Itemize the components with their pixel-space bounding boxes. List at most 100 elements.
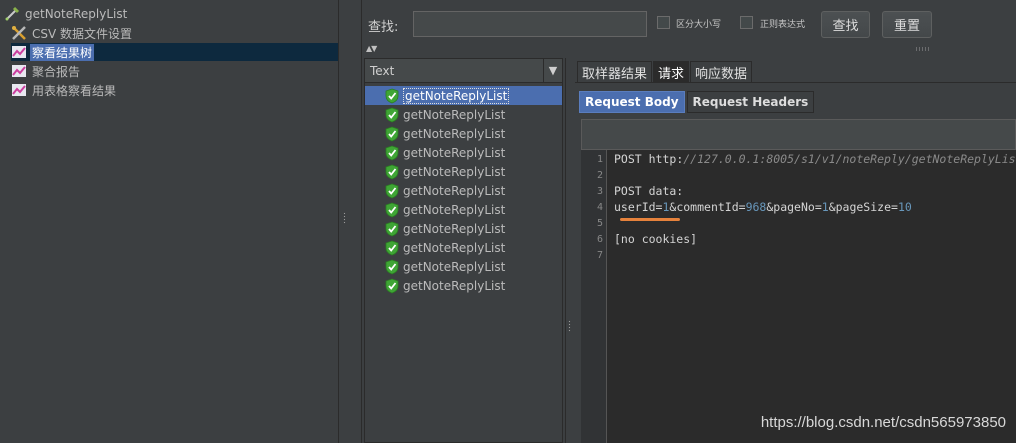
regex-label: 正则表达式 bbox=[760, 20, 806, 30]
sample-name: getNoteReplyList bbox=[403, 278, 506, 293]
success-shield-icon bbox=[385, 202, 399, 217]
sample-result-row[interactable]: getNoteReplyList bbox=[365, 143, 562, 162]
main-splitter[interactable] bbox=[338, 0, 362, 443]
success-shield-icon bbox=[385, 259, 399, 274]
line-number: 7 bbox=[596, 250, 603, 261]
success-shield-icon bbox=[385, 278, 399, 293]
tree-item-view-results-tree[interactable]: 察看结果树 bbox=[11, 43, 338, 61]
param-key: userId= bbox=[614, 200, 663, 214]
tree-item-label: CSV 数据文件设置 bbox=[32, 26, 133, 41]
code-line-1: POST http://127.0.0.1:8005/s1/v1/noteRep… bbox=[614, 152, 1016, 166]
request-body-editor[interactable]: 1 2 3 4 5 6 7 POST http://127.0.0.1:8005… bbox=[581, 150, 1016, 443]
tab-request-headers[interactable]: Request Headers bbox=[686, 91, 815, 113]
test-plan-tree: getNoteReplyList CSV 数据文件设置 察看结果树 聚合报告 用… bbox=[0, 0, 338, 443]
sample-name: getNoteReplyList bbox=[403, 221, 506, 236]
sample-result-row[interactable]: getNoteReplyList bbox=[365, 86, 562, 105]
tree-item-label: 聚合报告 bbox=[32, 64, 81, 79]
code-line-4: userId=1&commentId=968&pageNo=1&pageSize… bbox=[614, 200, 912, 214]
tree-item-aggregate-report[interactable]: 聚合报告 bbox=[11, 62, 82, 80]
sample-name: getNoteReplyList bbox=[403, 164, 506, 179]
code-line-3: POST data: bbox=[614, 184, 684, 198]
sample-name: getNoteReplyList bbox=[403, 126, 506, 141]
splitter-grip[interactable] bbox=[343, 212, 346, 224]
listener-chart-icon bbox=[11, 82, 27, 98]
sampler-pipette-icon bbox=[4, 6, 20, 22]
sample-result-row[interactable]: getNoteReplyList bbox=[365, 219, 562, 238]
renderer-select[interactable]: Text ▼ bbox=[365, 59, 562, 83]
line-number-gutter: 1 2 3 4 5 6 7 bbox=[581, 150, 607, 443]
http-method: POST bbox=[614, 152, 649, 166]
search-input[interactable] bbox=[413, 11, 647, 37]
case-sensitive-label: 区分大小写 bbox=[676, 20, 722, 30]
tab-sampler-result[interactable]: 取样器结果 bbox=[577, 61, 653, 83]
sample-name: getNoteReplyList bbox=[403, 240, 506, 255]
tab-request[interactable]: 请求 bbox=[653, 61, 690, 83]
tab-response-data[interactable]: 响应数据 bbox=[690, 61, 753, 83]
results-list-panel: Text ▼ getNoteReplyList getNoteReplyList g… bbox=[364, 58, 563, 443]
watermark: https://blog.csdn.net/csdn565973850 bbox=[760, 414, 1006, 431]
success-shield-icon bbox=[385, 240, 399, 255]
detail-tabs: 取样器结果 请求 响应数据 bbox=[577, 61, 753, 83]
line-number: 4 bbox=[596, 202, 603, 213]
tree-item-table-results[interactable]: 用表格察看结果 bbox=[11, 81, 118, 99]
sample-name: getNoteReplyList bbox=[403, 87, 510, 104]
sample-result-row[interactable]: getNoteReplyList bbox=[365, 181, 562, 200]
tree-item-label: getNoteReplyList bbox=[25, 7, 128, 21]
sample-result-row[interactable]: getNoteReplyList bbox=[365, 124, 562, 143]
param-value: 968 bbox=[745, 200, 767, 214]
success-shield-icon bbox=[385, 107, 399, 122]
sample-name: getNoteReplyList bbox=[403, 259, 506, 274]
request-url: //127.0.0.1:8005/s1/v1/noteReply/getNote… bbox=[683, 152, 1016, 166]
reset-button[interactable]: 重置 bbox=[882, 11, 932, 38]
case-sensitive-checkbox[interactable] bbox=[657, 16, 670, 29]
line-number: 5 bbox=[596, 218, 603, 229]
results-splitter[interactable] bbox=[565, 58, 575, 443]
find-button[interactable]: 查找 bbox=[821, 11, 870, 38]
sample-result-row[interactable]: getNoteReplyList bbox=[365, 105, 562, 124]
sample-name: getNoteReplyList bbox=[403, 202, 506, 217]
panel-grip[interactable] bbox=[915, 47, 931, 51]
param-key: &pageSize= bbox=[828, 200, 898, 214]
param-key: &commentId= bbox=[669, 200, 746, 214]
sample-result-row[interactable]: getNoteReplyList bbox=[365, 238, 562, 257]
chevron-down-icon[interactable]: ▼ bbox=[543, 59, 562, 82]
param-value: 1 bbox=[821, 200, 829, 214]
renderer-select-value: Text bbox=[370, 64, 395, 78]
sample-result-row[interactable]: getNoteReplyList bbox=[365, 276, 562, 295]
tree-item-csv-config[interactable]: CSV 数据文件设置 bbox=[11, 24, 134, 42]
detail-panel: 取样器结果 请求 响应数据 Request Body Request Heade… bbox=[575, 58, 1016, 443]
tree-item-sampler[interactable]: getNoteReplyList bbox=[4, 5, 129, 23]
code-line-6: [no cookies] bbox=[614, 232, 698, 246]
view-results-tree-panel: 查找: 区分大小写 正则表达式 查找 重置 ▲▼ Text ▼ getNoteR… bbox=[362, 0, 1016, 443]
config-tools-icon bbox=[11, 25, 27, 41]
param-value: 10 bbox=[897, 200, 912, 214]
splitter-grip[interactable] bbox=[568, 320, 571, 332]
listener-chart-icon bbox=[11, 63, 27, 79]
sample-name: getNoteReplyList bbox=[403, 145, 506, 160]
tree-item-label: 察看结果树 bbox=[30, 43, 95, 61]
line-number: 2 bbox=[596, 170, 603, 181]
regex-checkbox[interactable] bbox=[740, 16, 753, 29]
line-number: 3 bbox=[596, 186, 603, 197]
tab-request-body[interactable]: Request Body bbox=[579, 91, 685, 113]
line-number: 1 bbox=[596, 154, 603, 165]
sample-result-row[interactable]: getNoteReplyList bbox=[365, 257, 562, 276]
success-shield-icon bbox=[385, 164, 399, 179]
success-shield-icon bbox=[385, 145, 399, 160]
tree-item-clipped[interactable] bbox=[2, 0, 10, 4]
request-sub-tabs: Request Body Request Headers bbox=[579, 91, 816, 113]
success-shield-icon bbox=[385, 183, 399, 198]
sample-name: getNoteReplyList bbox=[403, 183, 506, 198]
annotation-underline bbox=[620, 218, 680, 221]
editor-toolbar bbox=[581, 119, 1016, 150]
sample-result-row[interactable]: getNoteReplyList bbox=[365, 162, 562, 181]
line-number: 6 bbox=[596, 234, 603, 245]
search-label: 查找: bbox=[368, 20, 399, 35]
success-shield-icon bbox=[385, 221, 399, 236]
sample-name: getNoteReplyList bbox=[403, 107, 506, 122]
sample-result-row[interactable]: getNoteReplyList bbox=[365, 200, 562, 219]
collapse-arrows-icon[interactable]: ▲▼ bbox=[366, 44, 377, 53]
tree-item-label: 用表格察看结果 bbox=[32, 83, 117, 98]
url-scheme: http: bbox=[648, 152, 684, 166]
success-shield-icon bbox=[385, 126, 399, 141]
